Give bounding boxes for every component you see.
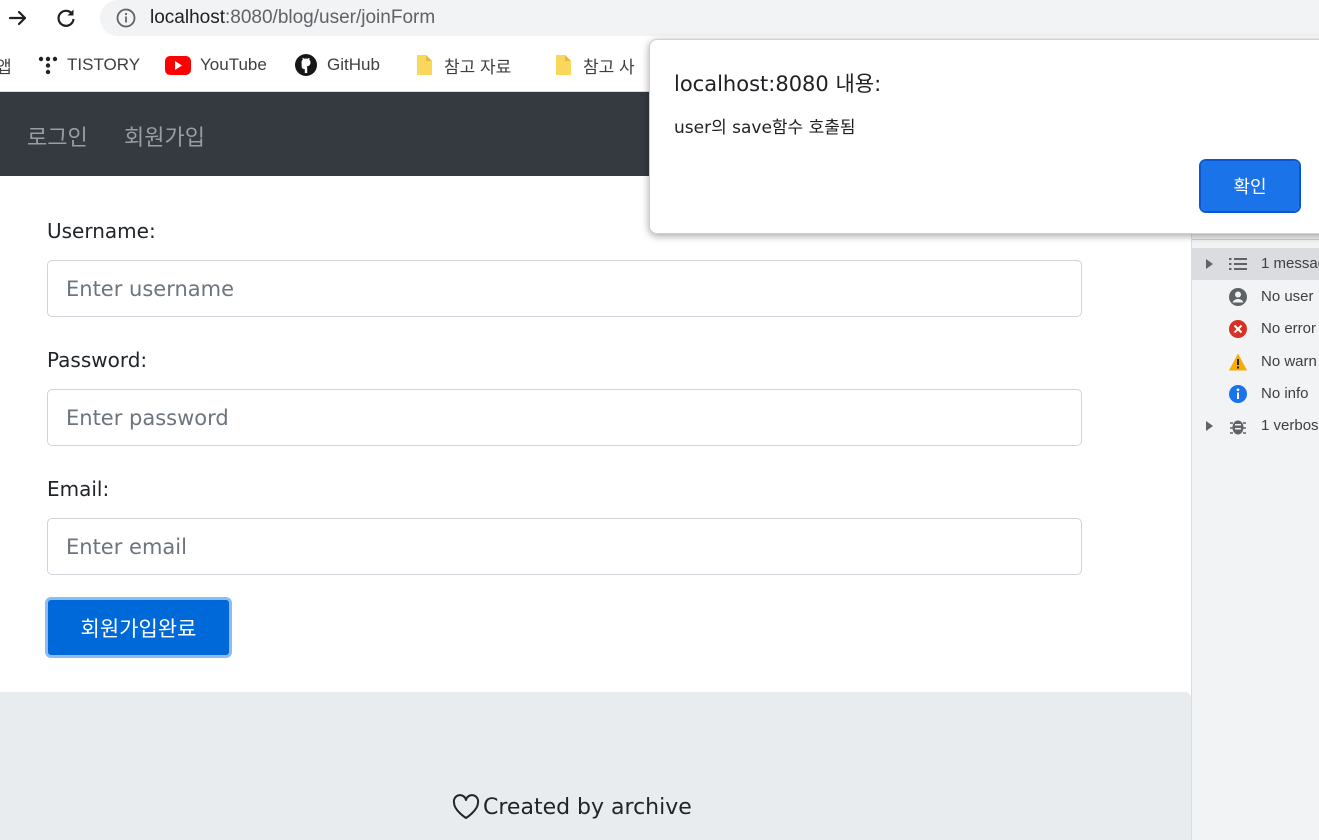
bookmark-label: 참고 사 xyxy=(583,57,635,77)
bookmark-label: YouTube xyxy=(200,55,267,74)
password-input[interactable] xyxy=(47,389,1082,446)
forward-button[interactable] xyxy=(2,2,34,34)
nav-link-join[interactable]: 회원가입 xyxy=(124,120,205,152)
nav-link-login[interactable]: 로그인 xyxy=(27,120,88,152)
expand-triangle-icon[interactable] xyxy=(1206,259,1213,269)
console-filter-verbose[interactable]: 1 verbos xyxy=(1192,410,1319,442)
alert-ok-button[interactable]: 확인 xyxy=(1199,159,1301,213)
console-filter-user[interactable]: No user xyxy=(1192,281,1319,313)
folder-icon xyxy=(417,55,432,75)
console-filter-warnings[interactable]: No warn xyxy=(1192,346,1319,378)
error-icon xyxy=(1229,320,1247,338)
bookmark-youtube[interactable]: YouTube xyxy=(165,52,267,78)
footer-text: Created by archive xyxy=(483,794,692,820)
url-text[interactable]: localhost:8080/blog/user/joinForm xyxy=(150,7,435,29)
bookmark-github[interactable]: GitHub xyxy=(294,52,380,78)
bookmark-apps[interactable]: 앱 xyxy=(0,52,12,78)
heart-icon xyxy=(452,794,480,819)
bookmark-label: 앱 xyxy=(0,57,12,77)
bug-icon xyxy=(1230,420,1246,435)
bookmark-label: TISTORY xyxy=(67,55,141,74)
footer-credit: Created by archive xyxy=(452,794,692,820)
info-icon xyxy=(1229,385,1247,403)
footer: Created by archive xyxy=(0,692,1191,840)
console-filter-errors[interactable]: No error xyxy=(1192,313,1319,345)
console-filter-label: No warn xyxy=(1261,353,1317,370)
email-label: Email: xyxy=(47,477,110,501)
password-label: Password: xyxy=(47,348,148,372)
console-filter-messages[interactable]: 1 messag xyxy=(1192,248,1319,280)
list-icon xyxy=(1229,258,1247,270)
alert-message: user의 save함수 호출됨 xyxy=(674,118,856,138)
arrow-right-icon xyxy=(8,10,27,26)
bookmark-folder-2[interactable]: 참고 사 xyxy=(554,52,635,78)
console-filter-info[interactable]: No info xyxy=(1192,378,1319,410)
youtube-icon xyxy=(165,55,191,75)
info-icon[interactable] xyxy=(116,8,136,28)
alert-dialog: localhost:8080 내용: user의 save함수 호출됨 확인 xyxy=(649,39,1319,234)
tistory-icon xyxy=(38,56,58,75)
warning-icon xyxy=(1229,353,1247,371)
email-input[interactable] xyxy=(47,518,1082,575)
bookmark-label: 참고 자료 xyxy=(444,57,512,77)
bookmark-label: GitHub xyxy=(327,55,380,74)
console-filter-label: No info xyxy=(1261,385,1309,402)
folder-icon xyxy=(556,55,571,75)
console-filter-label: 1 verbos xyxy=(1261,417,1319,434)
reload-button[interactable] xyxy=(50,2,82,34)
bookmark-folder-1[interactable]: 참고 자료 xyxy=(415,52,511,78)
address-bar[interactable]: localhost:8080/blog/user/joinForm xyxy=(100,0,1319,36)
reload-icon xyxy=(57,9,75,27)
github-icon xyxy=(295,54,317,76)
console-filter-label: No user xyxy=(1261,288,1314,305)
console-filter-label: 1 messag xyxy=(1261,255,1319,272)
bookmark-tistory[interactable]: TISTORY xyxy=(38,52,140,78)
username-input[interactable] xyxy=(47,260,1082,317)
join-submit-button[interactable]: 회원가입완료 xyxy=(45,597,232,658)
browser-toolbar: localhost:8080/blog/user/joinForm xyxy=(0,0,1319,38)
user-icon xyxy=(1229,288,1247,306)
expand-triangle-icon[interactable] xyxy=(1206,421,1213,431)
username-label: Username: xyxy=(47,219,156,243)
console-filter-label: No error xyxy=(1261,320,1317,337)
alert-title: localhost:8080 내용: xyxy=(674,72,882,96)
